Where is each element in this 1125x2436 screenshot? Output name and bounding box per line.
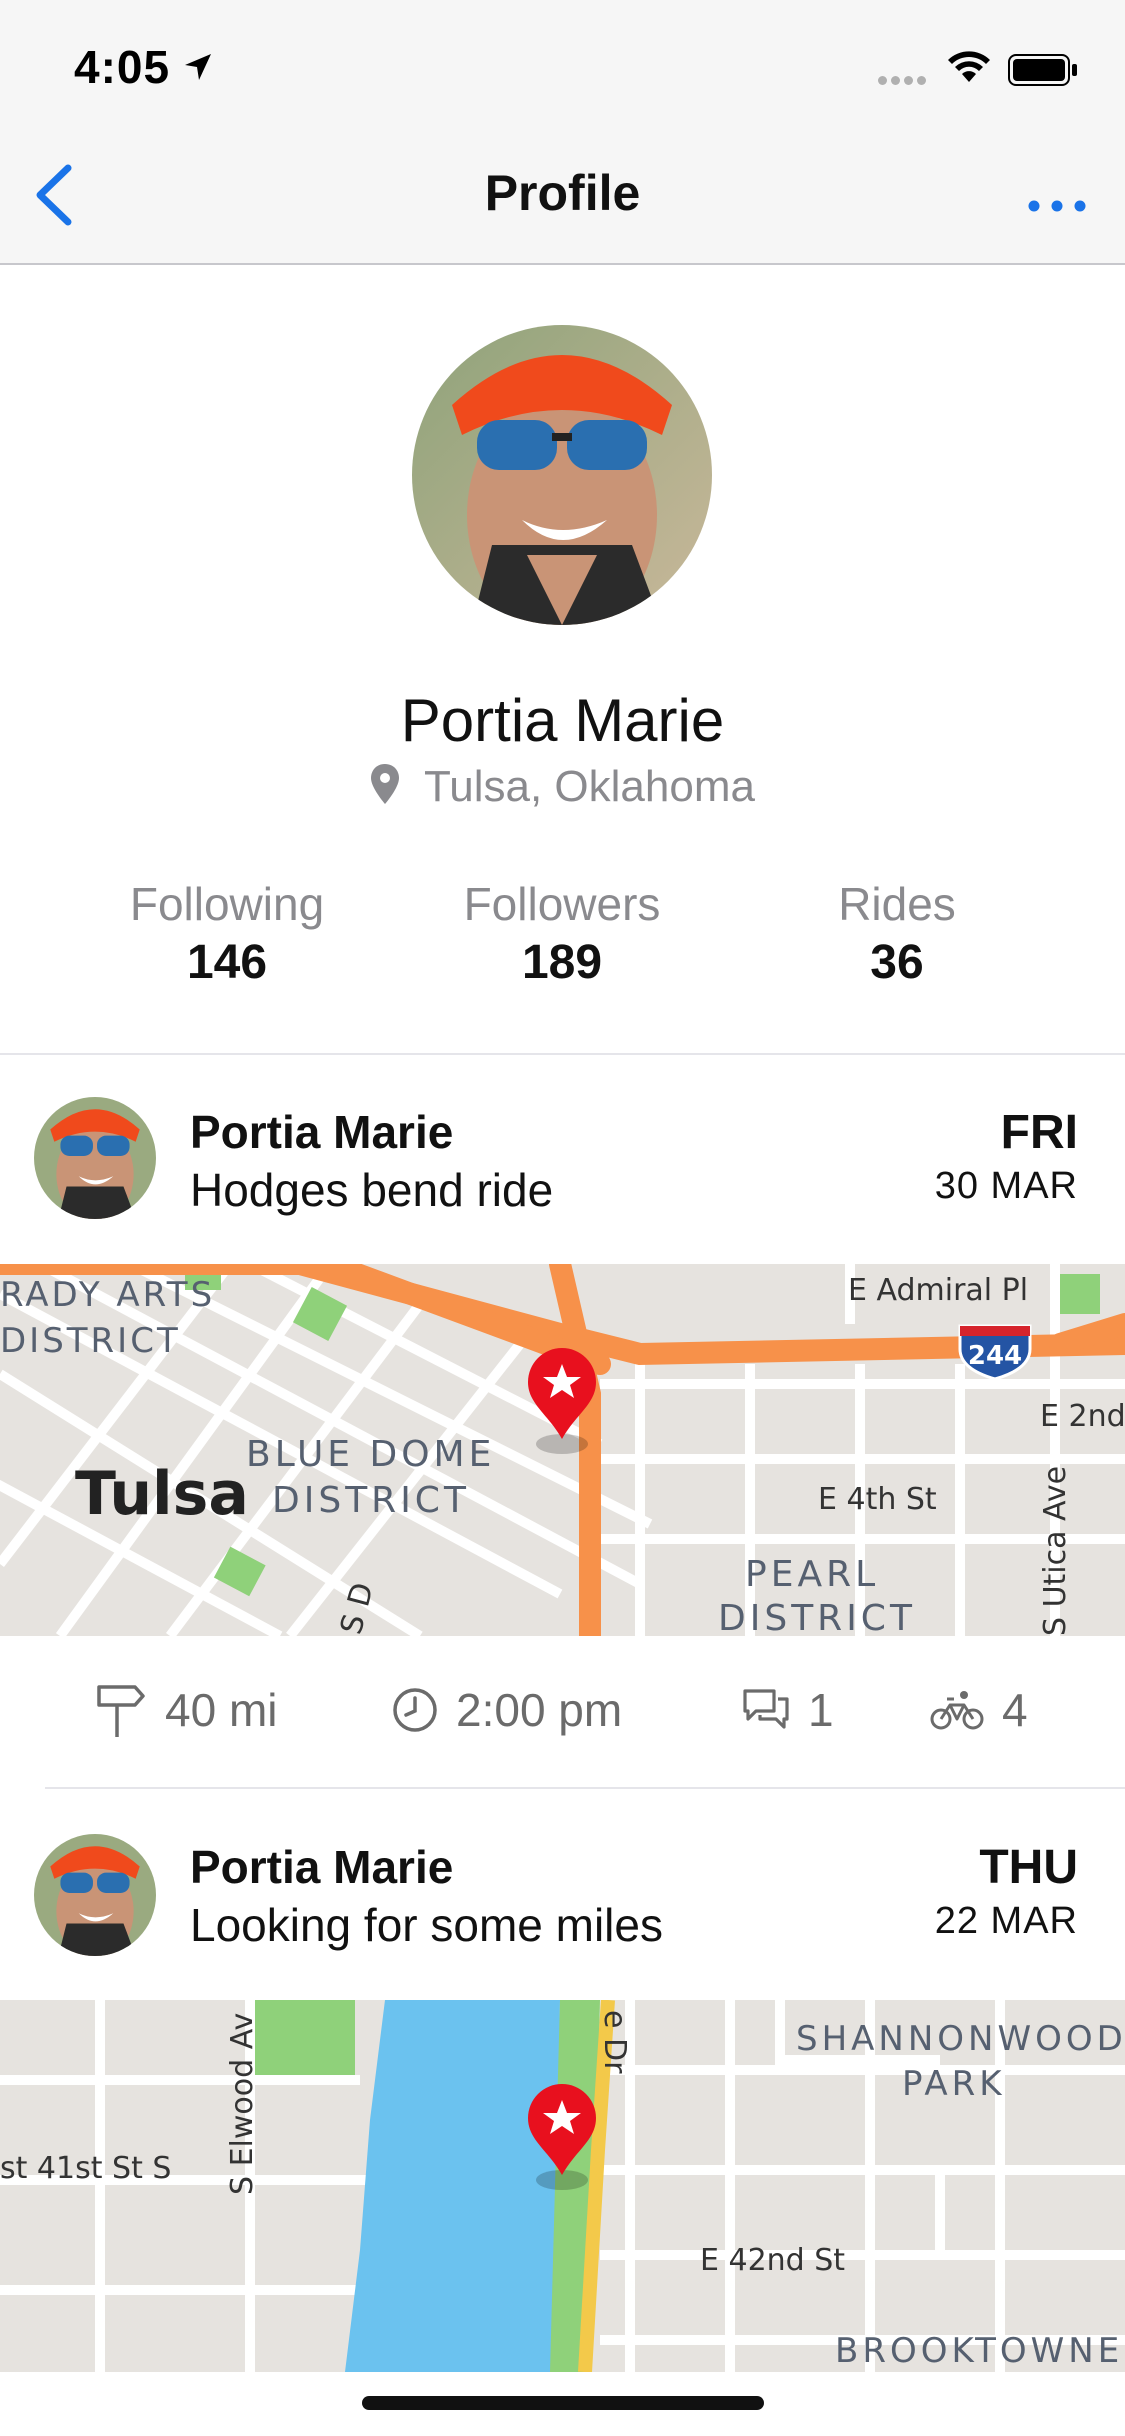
svg-text:E 2nd: E 2nd <box>1040 1399 1125 1434</box>
signpost-icon <box>97 1685 145 1737</box>
ride-author: Portia Marie <box>190 1106 454 1158</box>
stat-value: 36 <box>870 936 924 989</box>
signal-icon <box>878 72 932 85</box>
highway-number: 244 <box>968 1341 1022 1371</box>
svg-text:PARK: PARK <box>902 2064 1006 2104</box>
stat-label: Following <box>129 878 325 930</box>
ride-title: Looking for some miles <box>190 1899 663 1951</box>
stat-followers[interactable]: Followers 189 <box>392 877 732 990</box>
svg-text:BROOKTOWNE: BROOKTOWNE <box>835 2331 1123 2371</box>
profile-screen: 4:05 Profile Portia Marie Tulsa, Oklahom… <box>0 0 1125 2436</box>
profile-location-text: Tulsa, Oklahoma <box>424 762 755 811</box>
time-value: 2:00 pm <box>456 1684 623 1736</box>
ride-distance: 40 mi <box>95 1680 277 1740</box>
battery-icon <box>1008 54 1077 86</box>
ride-date: 22 MAR <box>934 1900 1078 1942</box>
bicycle-icon <box>930 1691 984 1730</box>
ride-card-header[interactable]: Portia Marie Hodges bend ride FRI 30 MAR <box>0 1055 1125 1219</box>
svg-text:Tulsa: Tulsa <box>75 1459 249 1529</box>
ride-map[interactable]: S Elwood Av st 41st St S e Dr SHANNONWOO… <box>0 2000 1125 2372</box>
ride-card-header[interactable]: Portia Marie Looking for some miles THU … <box>0 1790 1125 1956</box>
stat-following[interactable]: Following 146 <box>57 877 397 990</box>
svg-text:DISTRICT: DISTRICT <box>272 1480 470 1521</box>
page-title: Profile <box>484 165 641 221</box>
ride-day: THU <box>979 1841 1078 1894</box>
svg-text:st 41st St S: st 41st St S <box>0 2151 171 2186</box>
stat-label: Rides <box>838 878 956 930</box>
profile-location: Tulsa, Oklahoma <box>0 762 1125 812</box>
svg-text:RADY ARTS: RADY ARTS <box>0 1275 215 1315</box>
ride-riders[interactable]: 4 <box>930 1680 1028 1740</box>
more-icon <box>1028 200 1086 212</box>
avatar[interactable] <box>34 1097 156 1219</box>
ride-stats: 40 mi 2:00 pm 1 4 <box>0 1636 1125 1786</box>
ride-author: Portia Marie <box>190 1841 454 1893</box>
riders-count: 4 <box>1002 1684 1028 1736</box>
divider <box>45 1787 1125 1789</box>
clock-icon <box>393 1688 437 1732</box>
svg-text:E 42nd St: E 42nd St <box>700 2243 845 2278</box>
home-indicator[interactable] <box>362 2396 764 2410</box>
status-time: 4:05 <box>74 41 171 93</box>
profile-avatar[interactable] <box>412 325 712 625</box>
comments-icon <box>743 1689 789 1729</box>
comments-count: 1 <box>808 1684 834 1736</box>
profile-stats: Following 146 Followers 189 Rides 36 <box>0 877 1125 997</box>
location-pin-icon <box>371 764 400 804</box>
wifi-icon <box>948 51 990 82</box>
avatar[interactable] <box>34 1834 156 1956</box>
svg-text:E 4th St: E 4th St <box>818 1482 937 1517</box>
navigation-bar: Profile <box>0 132 1125 265</box>
svg-text:SHANNONWOOD: SHANNONWOOD <box>796 2019 1125 2059</box>
ride-comments[interactable]: 1 <box>742 1680 834 1740</box>
stat-value: 146 <box>186 936 268 989</box>
status-bar: 4:05 <box>0 0 1125 132</box>
svg-text:e Dr: e Dr <box>597 2010 632 2074</box>
svg-text:E Admiral Pl: E Admiral Pl <box>848 1273 1028 1308</box>
stat-label: Followers <box>463 878 661 930</box>
stat-rides[interactable]: Rides 36 <box>727 877 1067 990</box>
svg-text:S Utica Ave: S Utica Ave <box>1038 1466 1073 1636</box>
stat-value: 189 <box>521 936 603 989</box>
svg-text:BLUE DOME: BLUE DOME <box>246 1434 495 1475</box>
ride-time: 2:00 pm <box>392 1680 622 1740</box>
ride-map[interactable]: 244 RADY ARTS DISTRICT E Admiral Pl E 2n… <box>0 1264 1125 1636</box>
svg-text:PEARL: PEARL <box>745 1554 879 1595</box>
svg-text:DISTRICT: DISTRICT <box>0 1321 181 1361</box>
distance-value: 40 mi <box>165 1684 278 1736</box>
svg-text:DISTRICT: DISTRICT <box>718 1598 916 1636</box>
ride-title: Hodges bend ride <box>190 1164 554 1216</box>
location-arrow-icon <box>185 54 211 80</box>
more-options-button[interactable] <box>1020 172 1100 232</box>
profile-name: Portia Marie <box>400 687 725 754</box>
ride-day: FRI <box>1000 1106 1078 1159</box>
ride-date: 30 MAR <box>934 1165 1078 1207</box>
svg-text:S Elwood Av: S Elwood Av <box>225 2013 260 2195</box>
